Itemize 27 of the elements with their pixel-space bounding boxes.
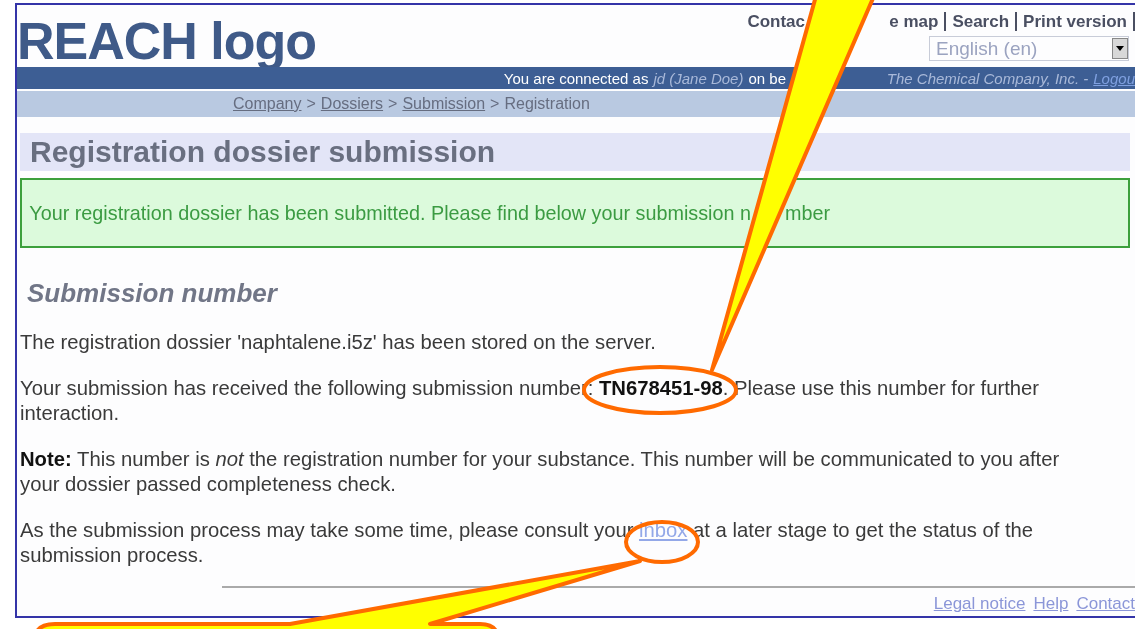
breadcrumb-text: Registration	[504, 95, 590, 113]
breadcrumb-text: >	[490, 95, 500, 113]
header-link[interactable]: e map	[883, 12, 947, 31]
language-select[interactable]: English (en)	[929, 36, 1129, 61]
logout-link[interactable]: Logou	[1093, 69, 1135, 87]
footer-link[interactable]: Legal notice	[933, 594, 1026, 614]
success-message: Your registration dossier has been submitted. Please find below your submission n	[29, 201, 751, 225]
breadcrumb-link[interactable]: Company	[233, 95, 302, 113]
user-name: jd (Jane Doe)	[653, 69, 744, 87]
section-title: Submission number	[27, 278, 279, 309]
breadcrumb-link[interactable]: Dossiers	[320, 95, 384, 113]
header-link[interactable]: Contac	[747, 12, 805, 31]
paragraph: Note: This number is not the registration number for your substance. This number will be communicated to you after your dossier passed completeness check.	[20, 447, 1061, 497]
paragraph: The registration dossier 'naphtalene.i5z' has been stored on the server.	[20, 330, 657, 355]
user-bar-text: You are connected as	[503, 69, 649, 87]
user-bar-text: on be	[748, 69, 786, 87]
footer-link[interactable]: Help	[1033, 594, 1069, 614]
footer-link[interactable]: Contact	[1076, 594, 1135, 614]
page-title: Registration dossier submission	[20, 133, 1130, 171]
logo-text: REACH logo	[17, 12, 317, 67]
success-message: mber	[785, 201, 831, 225]
breadcrumb-text: >	[388, 95, 398, 113]
header-link[interactable]: Print version	[1017, 12, 1135, 31]
breadcrumb-link[interactable]: Submission	[402, 95, 486, 113]
company-name: The Chemical Company, Inc. -	[886, 69, 1089, 87]
header-link[interactable]: Search	[946, 12, 1018, 31]
breadcrumb-text: >	[306, 95, 316, 113]
